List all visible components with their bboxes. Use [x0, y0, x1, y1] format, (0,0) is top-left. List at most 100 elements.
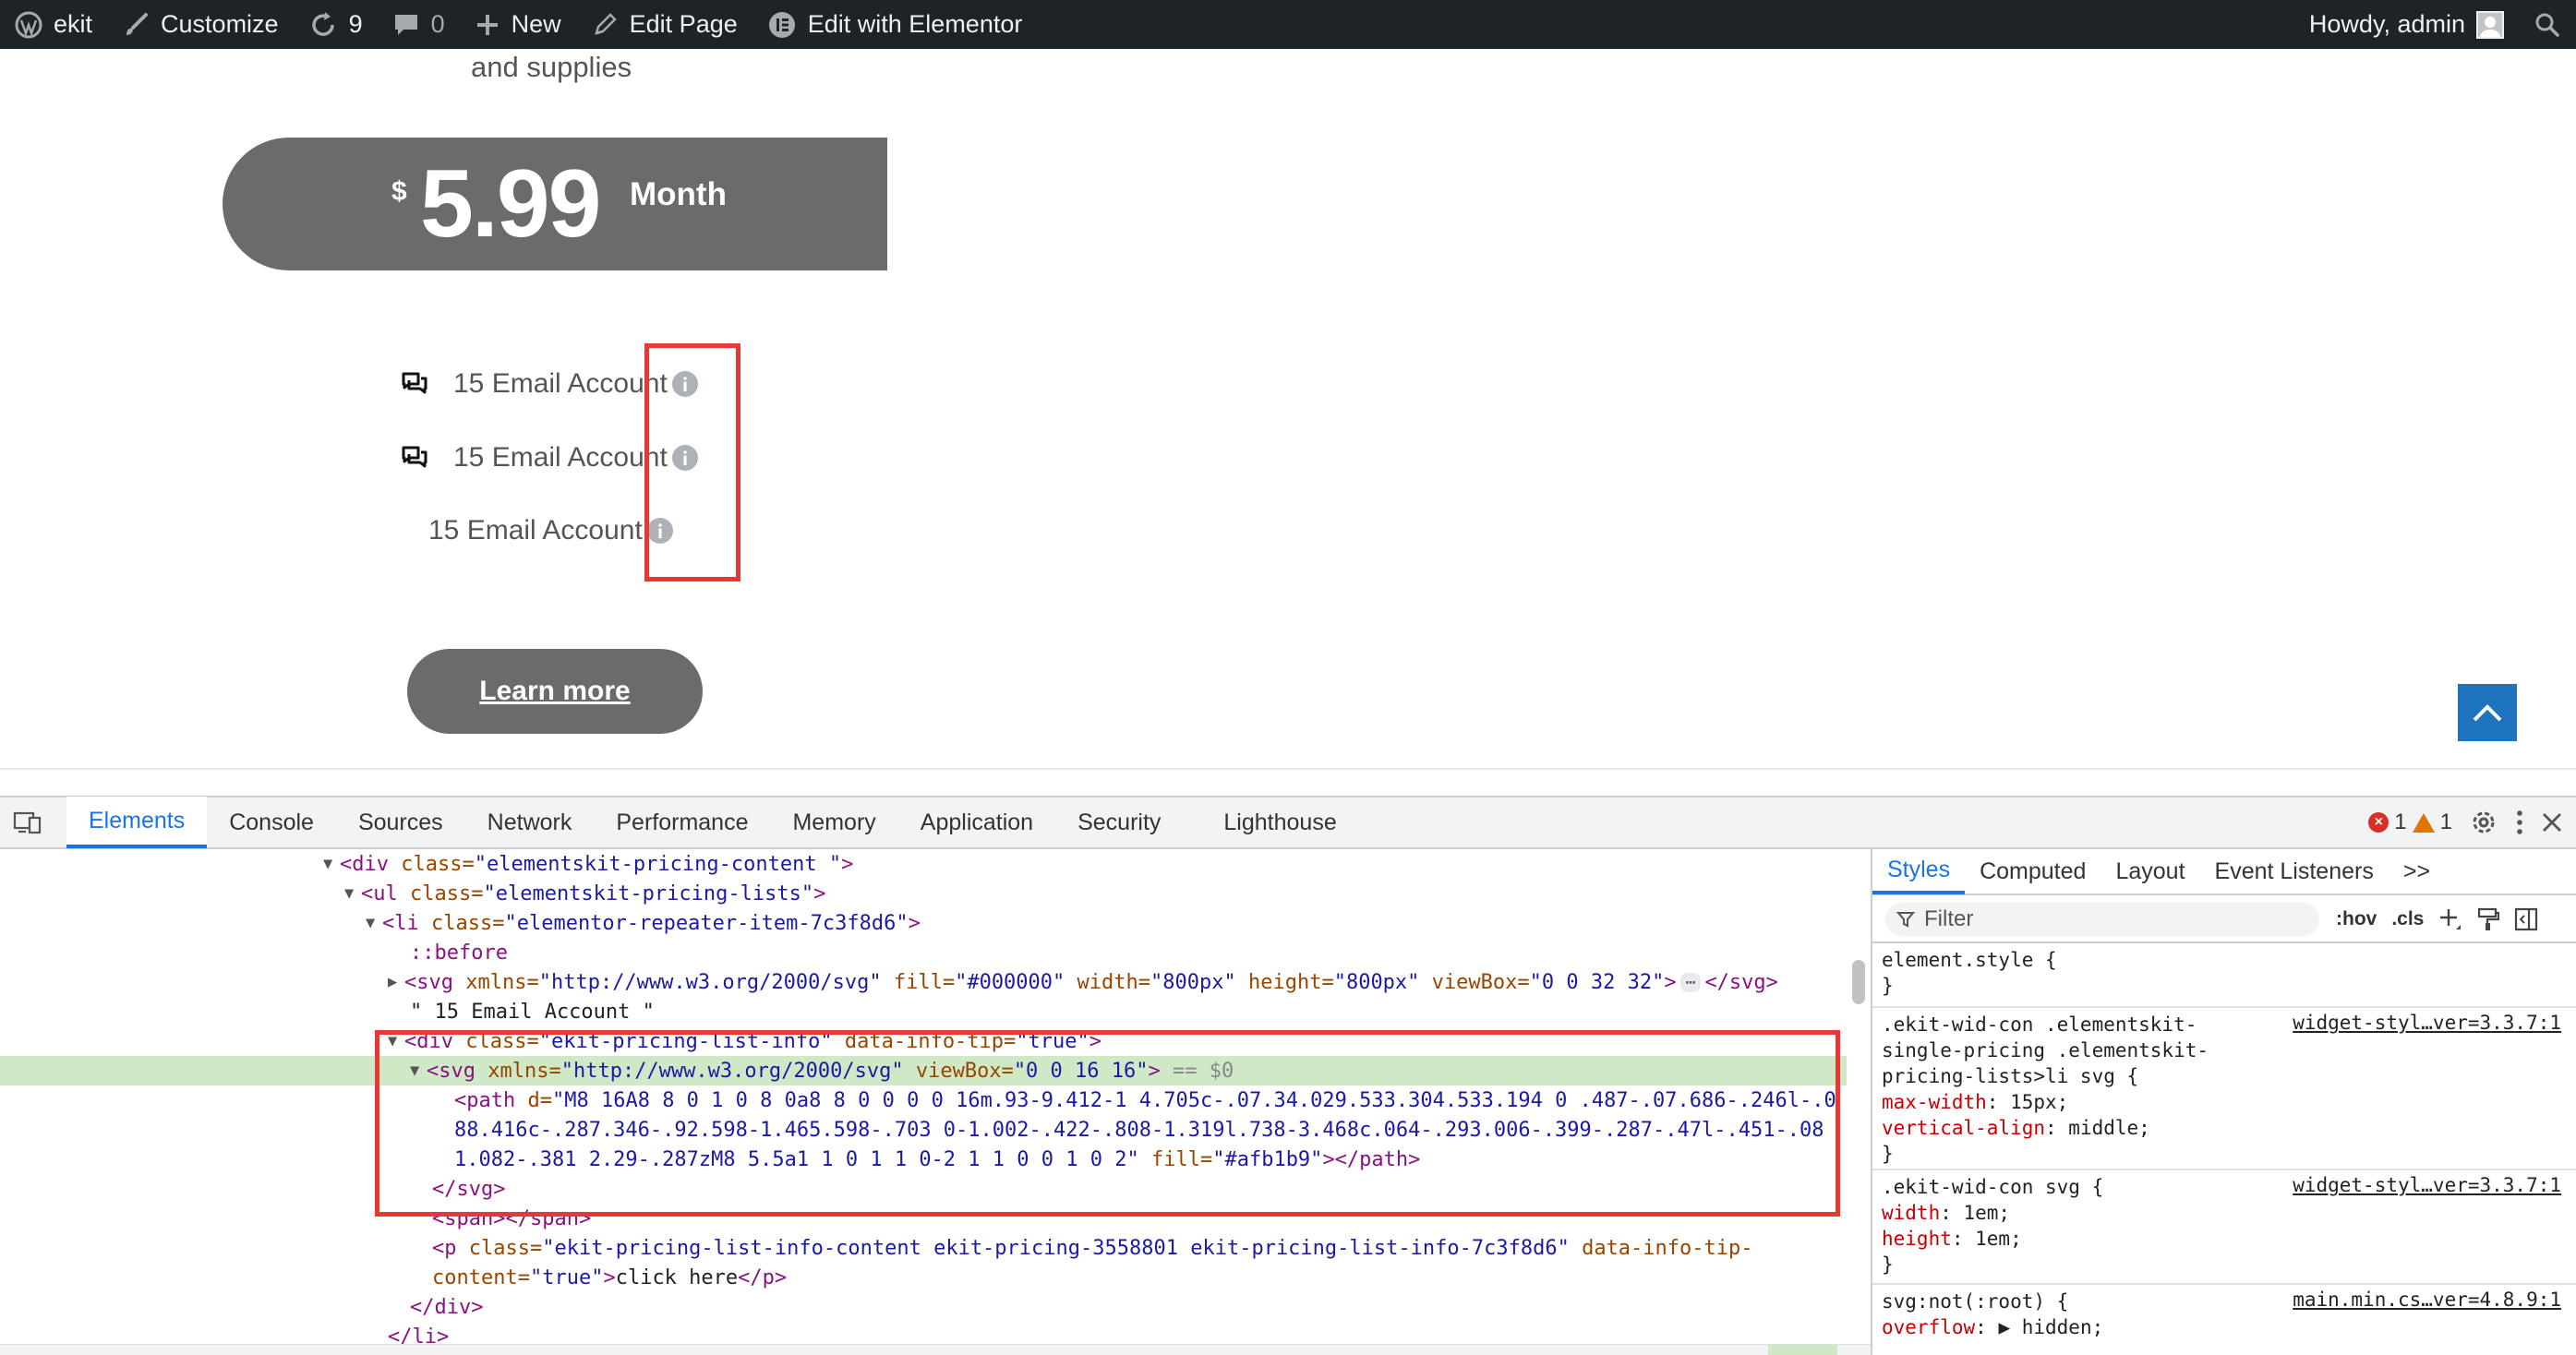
- dom-node[interactable]: </div>: [410, 1292, 1871, 1322]
- error-count: 1: [2394, 809, 2407, 834]
- pricing-item-label: 15 Email Account: [453, 368, 668, 399]
- close-icon[interactable]: [2541, 811, 2563, 833]
- chat-bubbles-icon: [402, 372, 427, 394]
- style-rule[interactable]: widget-styl…ver=3.3.7:1 .ekit-wid-con sv…: [1882, 1174, 2567, 1277]
- learn-more-button[interactable]: Learn more: [407, 649, 703, 734]
- style-rule[interactable]: widget-styl…ver=3.3.7:1 .ekit-wid-con .e…: [1882, 1012, 2567, 1167]
- dom-node[interactable]: <p class= "ekit-pricing-list-info-content…: [432, 1233, 1871, 1263]
- expand-triangle-icon[interactable]: ▼: [366, 914, 382, 932]
- breadcrumb-bar[interactable]: [0, 1344, 1871, 1355]
- rule-divider: [1872, 1006, 2576, 1008]
- styles-tabbar: Styles Computed Layout Event Listeners >…: [1872, 849, 2576, 895]
- dom-node[interactable]: ▼ <ul class= "elementskit-pricing-lists" >: [344, 879, 1871, 908]
- price-value: 5.99: [420, 150, 601, 258]
- styles-filter-row: Filter :hov .cls: [1872, 897, 2576, 943]
- comments-link[interactable]: 0: [378, 0, 460, 49]
- new-label: New: [511, 10, 561, 38]
- new-rule-plus-icon[interactable]: [2438, 907, 2462, 931]
- tab-application[interactable]: Application: [898, 797, 1055, 848]
- expand-triangle-icon[interactable]: ▼: [344, 884, 361, 903]
- style-rule-element[interactable]: element.style { }: [1882, 947, 2567, 999]
- paint-roller-icon[interactable]: [2477, 907, 2500, 931]
- tab-memory[interactable]: Memory: [770, 797, 897, 848]
- tab-layout[interactable]: Layout: [2101, 848, 2199, 894]
- issues-counter[interactable]: × 1 1: [2368, 809, 2452, 835]
- tab-sources[interactable]: Sources: [336, 797, 465, 848]
- customize-link[interactable]: Customize: [107, 0, 294, 49]
- tab-console[interactable]: Console: [207, 797, 336, 848]
- tab-elements[interactable]: Elements: [66, 797, 208, 848]
- edit-page-label: Edit Page: [629, 10, 738, 38]
- pricing-item-label: 15 Email Account: [453, 442, 668, 473]
- dom-node[interactable]: ▼ <div class= "elementskit-pricing-content…: [323, 849, 1871, 879]
- dom-node[interactable]: ::before: [410, 938, 1871, 967]
- updates-link[interactable]: 9: [294, 0, 378, 49]
- tab-event-listeners[interactable]: Event Listeners: [2200, 848, 2389, 894]
- breadcrumb-selected[interactable]: [1768, 1345, 1837, 1355]
- tab-computed[interactable]: Computed: [1965, 848, 2101, 894]
- dom-scrollbar-thumb[interactable]: [1852, 960, 1865, 1004]
- paintbrush-icon: [126, 12, 149, 35]
- devtools-tabbar: Elements Console Sources Network Perform…: [0, 797, 2576, 849]
- price-currency: $: [391, 176, 407, 207]
- tab-security[interactable]: Security: [1055, 797, 1183, 848]
- dom-node-continuation: content= "true" > click here </p>: [432, 1265, 788, 1289]
- annotation-highlight-box: [375, 1030, 1840, 1217]
- chat-bubbles-icon: [402, 446, 427, 468]
- rule-divider: [1872, 1283, 2576, 1285]
- device-toolbar-toggle[interactable]: [0, 797, 55, 848]
- page-divider: [0, 768, 2576, 770]
- tab-performance[interactable]: Performance: [594, 797, 770, 848]
- collapsed-content-ellipsis[interactable]: ⋯: [1679, 972, 1702, 992]
- style-rule[interactable]: main.min.cs…ver=4.8.9:1 svg:not(:root) {…: [1882, 1289, 2567, 1340]
- price-period: Month: [630, 176, 727, 212]
- updates-icon: [311, 11, 334, 36]
- expand-triangle-icon[interactable]: ▼: [323, 855, 340, 873]
- class-toggle[interactable]: .cls: [2391, 908, 2424, 930]
- dom-text-node[interactable]: " 15 Email Account ": [410, 997, 1871, 1026]
- edit-with-elementor-link[interactable]: Edit with Elementor: [752, 0, 1038, 49]
- warning-count: 1: [2439, 809, 2452, 834]
- avatar: [2476, 10, 2504, 39]
- updates-count: 9: [348, 10, 363, 38]
- dom-node[interactable]: ▶ <svg xmlns= "http://www.w3.org/2000/svg"…: [388, 967, 1871, 997]
- wordpress-icon: [15, 11, 42, 38]
- tab-lighthouse[interactable]: Lighthouse: [1201, 797, 1358, 848]
- edit-elementor-label: Edit with Elementor: [807, 10, 1023, 38]
- price-box: $ 5.99 Month: [223, 138, 887, 270]
- toggle-sidebar-icon[interactable]: [2514, 907, 2538, 931]
- settings-gear-icon[interactable]: [2469, 808, 2498, 837]
- hover-state-toggle[interactable]: :hov: [2336, 908, 2377, 930]
- collapsed-triangle-icon[interactable]: ▶: [388, 973, 404, 991]
- more-options-icon[interactable]: [2515, 809, 2524, 836]
- pricing-description: and supplies: [471, 51, 632, 83]
- comments-count: 0: [430, 10, 445, 38]
- tab-styles[interactable]: Styles: [1872, 848, 1966, 894]
- stylesheet-link[interactable]: widget-styl…ver=3.3.7:1: [2293, 1174, 2561, 1196]
- stylesheet-link[interactable]: main.min.cs…ver=4.8.9:1: [2293, 1289, 2561, 1311]
- chevron-up-icon: [2473, 704, 2502, 722]
- site-name: ekit: [54, 10, 93, 38]
- tab-network[interactable]: Network: [465, 797, 595, 848]
- admin-search[interactable]: [2519, 0, 2576, 49]
- rule-divider: [1872, 1169, 2576, 1170]
- styles-pane: Styles Computed Layout Event Listeners >…: [1872, 849, 2576, 1355]
- howdy-label: Howdy, admin: [2308, 10, 2465, 38]
- annotation-highlight-box: [644, 343, 740, 582]
- stylesheet-link[interactable]: widget-styl…ver=3.3.7:1: [2293, 1012, 2561, 1034]
- new-content-link[interactable]: New: [460, 0, 576, 49]
- search-icon: [2535, 13, 2559, 37]
- styles-filter-input[interactable]: Filter: [1885, 903, 2319, 936]
- scroll-to-top-button[interactable]: [2458, 684, 2517, 741]
- error-icon: ×: [2368, 812, 2389, 833]
- device-mode-icon: [13, 811, 42, 834]
- my-account-menu[interactable]: Howdy, admin: [2294, 0, 2519, 49]
- dom-node[interactable]: ▼ <li class= "elementor-repeater-item-7c3f…: [366, 908, 1871, 938]
- more-tabs-button[interactable]: >>: [2389, 848, 2445, 894]
- edit-page-link[interactable]: Edit Page: [576, 0, 752, 49]
- plus-icon: [476, 14, 498, 35]
- pricing-item-label: 15 Email Account: [428, 515, 643, 546]
- wp-logo-menu[interactable]: ekit: [0, 0, 107, 49]
- wp-admin-bar: ekit Customize 9 0 New Edit Page Edit wi…: [0, 0, 2576, 49]
- warning-icon: [2412, 812, 2435, 833]
